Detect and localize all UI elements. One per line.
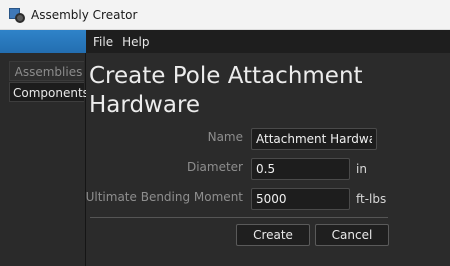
menu-bar: File Help (86, 30, 450, 53)
page-title: Create Pole Attachment Hardware (89, 63, 363, 118)
main-panel: Create Pole Attachment Hardware Name Dia… (86, 53, 450, 266)
menu-file[interactable]: File (93, 35, 113, 49)
cancel-button[interactable]: Cancel (315, 224, 389, 246)
assembly-creator-window: Assembly Creator Assemblies Components F… (0, 0, 450, 266)
window-title: Assembly Creator (31, 7, 138, 22)
sidebar-item-assemblies[interactable]: Assemblies (9, 61, 84, 81)
divider (90, 217, 388, 218)
app-icon (9, 7, 25, 23)
diameter-label: Diameter (186, 160, 243, 174)
name-field[interactable] (251, 128, 377, 150)
title-bar: Assembly Creator (0, 0, 450, 30)
bending-moment-field[interactable] (251, 188, 350, 210)
diameter-unit: in (356, 162, 367, 176)
diameter-field[interactable] (251, 158, 350, 180)
sidebar-item-components[interactable]: Components (9, 82, 89, 102)
sidebar-header (0, 30, 86, 53)
bending-moment-label: Ultimate Bending Moment (85, 190, 243, 204)
menu-help[interactable]: Help (122, 35, 149, 49)
sidebar: Assemblies Components (0, 53, 89, 266)
create-button[interactable]: Create (236, 224, 310, 246)
name-label: Name (207, 130, 243, 144)
bending-moment-unit: ft-lbs (356, 192, 387, 206)
